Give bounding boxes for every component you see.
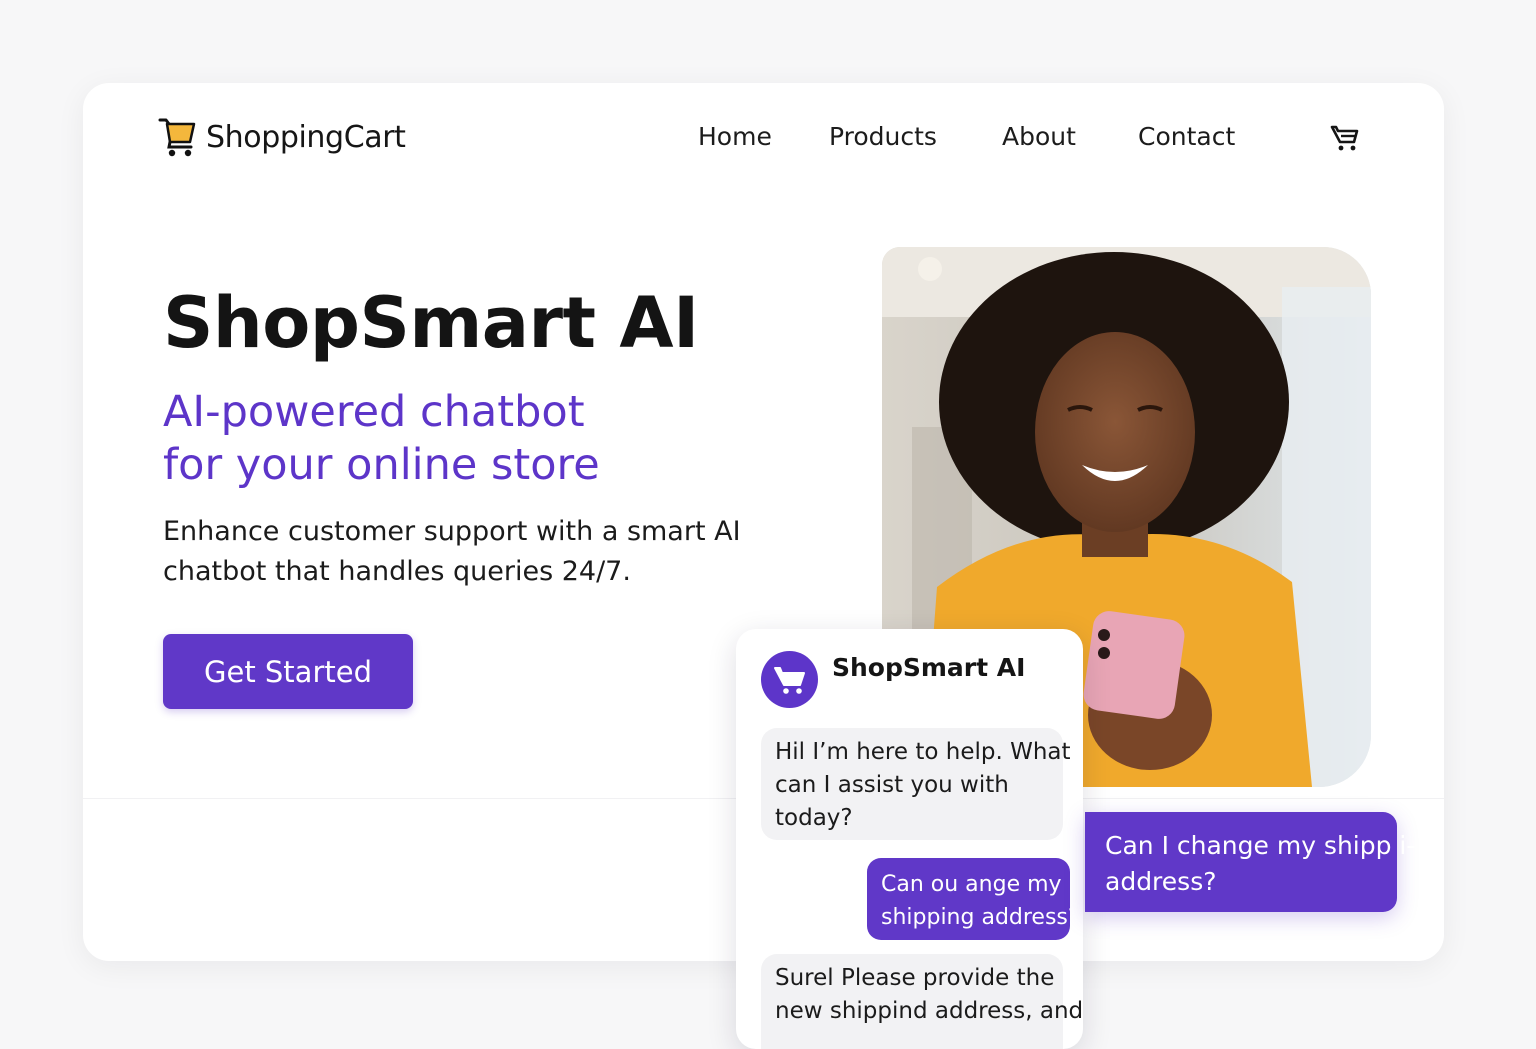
- nav-contact[interactable]: Contact: [1138, 122, 1235, 151]
- get-started-button[interactable]: Get Started: [163, 634, 413, 709]
- message-line: address?: [1105, 867, 1217, 896]
- message-line: Can I change my shipp i-: [1105, 831, 1416, 860]
- bot-message: Hil I’m here to help. What can I assist …: [761, 728, 1071, 840]
- user-message: Can ou ange my shipping address?: [867, 858, 1080, 940]
- cart-icon: [773, 666, 805, 694]
- nav-products[interactable]: Products: [829, 122, 937, 151]
- hero-subtitle-line: AI-powered chatbot: [163, 387, 585, 437]
- message-line: can I assist you with: [775, 772, 1009, 798]
- message-line: Hil I’m here to help. What: [775, 739, 1071, 765]
- brand-name: ShoppingCart: [206, 119, 406, 155]
- message-line: today?: [775, 805, 853, 831]
- cart-icon[interactable]: [1330, 124, 1360, 152]
- message-line: shipping address?: [881, 905, 1080, 930]
- message-line: new shippind address, and: [775, 998, 1083, 1024]
- shopping-cart-icon: [158, 118, 196, 157]
- hero-subtitle: AI-powered chatbot for your online store: [163, 386, 683, 492]
- chat-avatar: [761, 651, 818, 708]
- nav-home[interactable]: Home: [698, 122, 772, 151]
- chat-bot-name: ShopSmart AI: [832, 653, 1026, 682]
- hero-description-line: chatbot that handles queries 24/7.: [163, 556, 631, 587]
- chat-widget[interactable]: ShopSmart AI Hil I’m here to help. What …: [736, 629, 1083, 1049]
- hero-description: Enhance customer support with a smart AI…: [163, 512, 763, 592]
- message-line: Surel Please provide the: [775, 965, 1055, 991]
- floating-user-message: Can I change my shipp i- address?: [1085, 812, 1416, 912]
- bot-message: Surel Please provide the new shippind ad…: [761, 954, 1083, 1049]
- message-line: Can ou ange my: [881, 872, 1062, 897]
- brand-logo[interactable]: ShoppingCart: [158, 116, 406, 158]
- hero-subtitle-line: for your online store: [163, 440, 600, 490]
- nav-about[interactable]: About: [1002, 122, 1076, 151]
- hero-title: ShopSmart AI: [163, 282, 699, 364]
- hero-description-line: Enhance customer support with a smart AI: [163, 516, 741, 547]
